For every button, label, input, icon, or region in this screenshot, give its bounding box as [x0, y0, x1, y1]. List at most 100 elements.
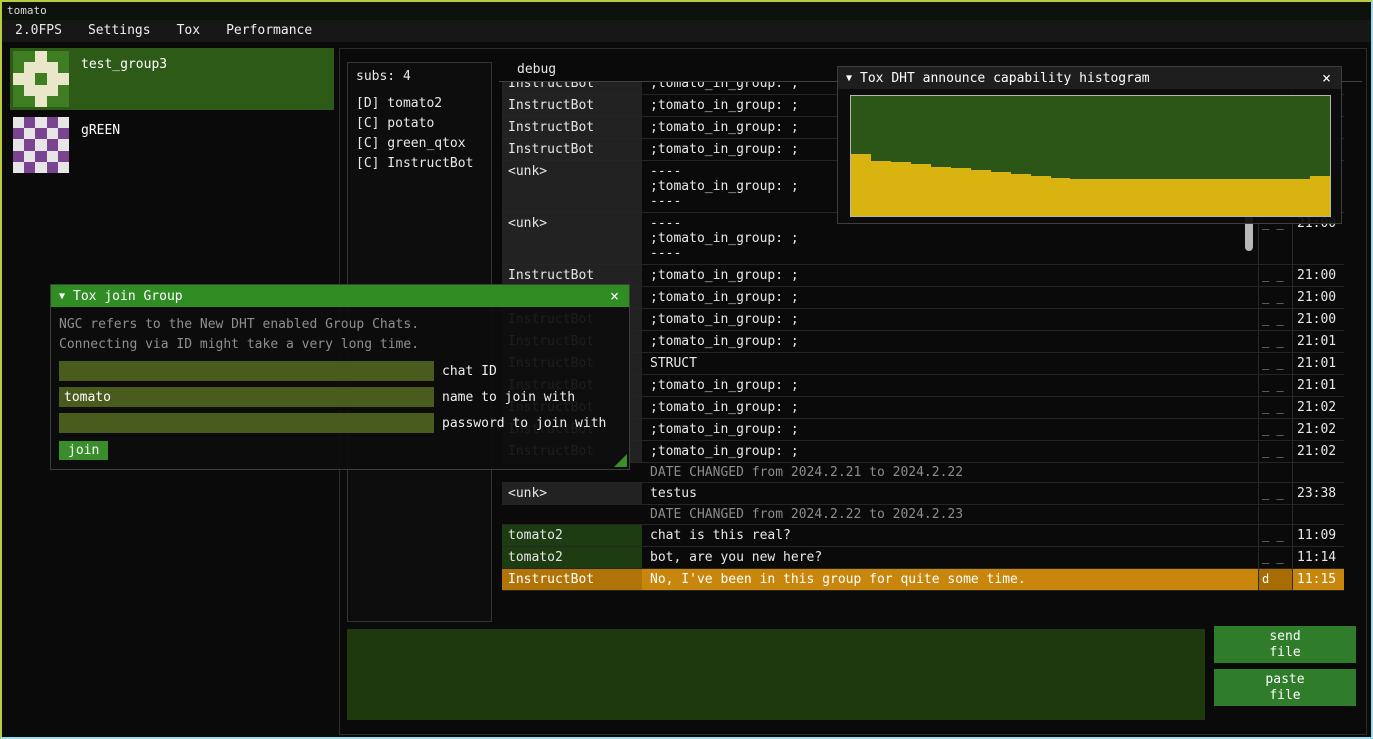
sender-cell: tomato2	[502, 525, 642, 546]
timestamp-cell: 21:01	[1292, 353, 1344, 374]
message-text: testus	[642, 483, 1258, 504]
message-text: DATE CHANGED from 2024.2.21 to 2024.2.22	[642, 463, 1258, 482]
histogram-bar	[911, 164, 931, 216]
sender-cell: <unk>	[502, 213, 642, 264]
histogram-window-title: Tox DHT announce capability histogram	[860, 71, 1150, 86]
histogram-bar	[1051, 178, 1071, 216]
timestamp-cell: 23:38	[1292, 483, 1344, 504]
timestamp-cell: 21:02	[1292, 397, 1344, 418]
message-text: No, I've been in this group for quite so…	[642, 569, 1258, 590]
sender-cell: InstructBot	[502, 117, 642, 138]
histogram-bar	[1090, 179, 1110, 216]
histogram-bar	[851, 154, 871, 216]
sub-item[interactable]: [C] green_qtox	[356, 134, 483, 154]
histogram-bar	[931, 167, 951, 216]
paste-file-button[interactable]: paste file	[1214, 669, 1356, 706]
timestamp-cell: 11:14	[1292, 547, 1344, 568]
sender-cell: <unk>	[502, 161, 642, 212]
message-row: InstructBotNo, I've been in this group f…	[502, 569, 1344, 591]
resize-grip[interactable]	[614, 454, 627, 467]
chat-id-label: chat ID	[442, 364, 497, 379]
status-cell: _ _	[1258, 287, 1292, 308]
sub-item[interactable]: [D] tomato2	[356, 94, 483, 114]
group-avatar	[13, 51, 69, 107]
message-text: ;tomato_in_group: ;	[642, 287, 1258, 308]
message-text: ;tomato_in_group: ;	[642, 331, 1258, 352]
histogram-bar	[1031, 176, 1051, 216]
join-window-title: Tox join Group	[73, 289, 183, 304]
histogram-bar	[951, 168, 971, 216]
histogram-bar	[1170, 179, 1190, 216]
histogram-chart	[850, 95, 1331, 217]
status-cell: _ _	[1258, 441, 1292, 462]
message-text: STRUCT	[642, 353, 1258, 374]
message-text: ;tomato_in_group: ;	[642, 419, 1258, 440]
status-cell: _ _	[1258, 309, 1292, 330]
message-text: ;tomato_in_group: ;	[642, 397, 1258, 418]
menu-item-settings[interactable]: Settings	[75, 20, 164, 42]
collapse-icon[interactable]: ▼	[846, 73, 852, 84]
sender-cell: InstructBot	[502, 569, 642, 590]
message-row: tomato2bot, are you new here?_ _11:14	[502, 547, 1344, 569]
histogram-window-titlebar[interactable]: ▼ Tox DHT announce capability histogram …	[838, 67, 1341, 89]
sub-item[interactable]: [C] potato	[356, 114, 483, 134]
sender-cell: InstructBot	[502, 95, 642, 116]
group-avatar	[13, 117, 69, 173]
send-file-button[interactable]: send file	[1214, 626, 1356, 663]
group-item-test_group3[interactable]: test_group3	[10, 48, 334, 110]
join-button[interactable]: join	[59, 441, 108, 460]
chat-id-input[interactable]	[59, 361, 434, 381]
timestamp-cell: 21:02	[1292, 419, 1344, 440]
histogram-bar	[1110, 179, 1130, 216]
status-cell: _ _	[1258, 353, 1292, 374]
status-cell: _ _	[1258, 265, 1292, 286]
histogram-bar	[1070, 179, 1090, 216]
status-cell: _ _	[1258, 397, 1292, 418]
message-input[interactable]	[347, 629, 1205, 720]
histogram-bar	[1190, 179, 1210, 216]
histogram-bar	[871, 161, 891, 216]
group-item-gREEN[interactable]: gREEN	[10, 114, 334, 176]
sender-cell: <unk>	[502, 483, 642, 504]
join-password-row: password to join with	[59, 413, 621, 433]
message-row: tomato2chat is this real?_ _11:09	[502, 525, 1344, 547]
close-icon[interactable]: ×	[1320, 68, 1333, 88]
status-cell: _ _	[1258, 483, 1292, 504]
join-password-label: password to join with	[442, 416, 606, 431]
group-name: gREEN	[81, 117, 120, 138]
timestamp-cell: 21:01	[1292, 375, 1344, 396]
message-text: DATE CHANGED from 2024.2.22 to 2024.2.23	[642, 505, 1258, 524]
histogram-bar	[1011, 174, 1031, 216]
status-cell	[1258, 463, 1292, 482]
join-description-line1: NGC refers to the New DHT enabled Group …	[59, 315, 621, 335]
window-titlebar: tomato	[2, 2, 1371, 20]
sub-item[interactable]: [C] InstructBot	[356, 154, 483, 174]
join-description-line2: Connecting via ID might take a very long…	[59, 335, 621, 355]
histogram-bar	[1250, 179, 1270, 216]
timestamp-cell	[1292, 463, 1344, 482]
close-icon[interactable]: ×	[608, 286, 621, 306]
join-name-input[interactable]	[59, 387, 434, 407]
menubar: 2.0FPSSettingsToxPerformance	[2, 20, 1371, 42]
subs-count: subs: 4	[356, 69, 483, 84]
message-text: ;tomato_in_group: ;	[642, 309, 1258, 330]
tab-debug[interactable]: debug	[507, 58, 566, 82]
message-text: ;tomato_in_group: ;	[642, 375, 1258, 396]
group-name: test_group3	[81, 51, 167, 72]
menu-item-performance[interactable]: Performance	[213, 20, 325, 42]
join-window-titlebar[interactable]: ▼ Tox join Group ×	[51, 285, 629, 307]
join-name-label: name to join with	[442, 390, 575, 405]
sender-cell: InstructBot	[502, 265, 642, 286]
message-row: <unk>testus_ _23:38	[502, 483, 1344, 505]
histogram-bar	[1210, 179, 1230, 216]
menu-item-tox[interactable]: Tox	[164, 20, 213, 42]
sender-cell: InstructBot	[502, 139, 642, 160]
message-text: bot, are you new here?	[642, 547, 1258, 568]
message-text: ;tomato_in_group: ;	[642, 265, 1258, 286]
histogram-bar	[891, 162, 911, 216]
join-group-window: ▼ Tox join Group × NGC refers to the New…	[50, 284, 630, 470]
histogram-bar	[991, 172, 1011, 216]
join-password-input[interactable]	[59, 413, 434, 433]
collapse-icon[interactable]: ▼	[59, 291, 65, 302]
status-cell: _ _	[1258, 419, 1292, 440]
